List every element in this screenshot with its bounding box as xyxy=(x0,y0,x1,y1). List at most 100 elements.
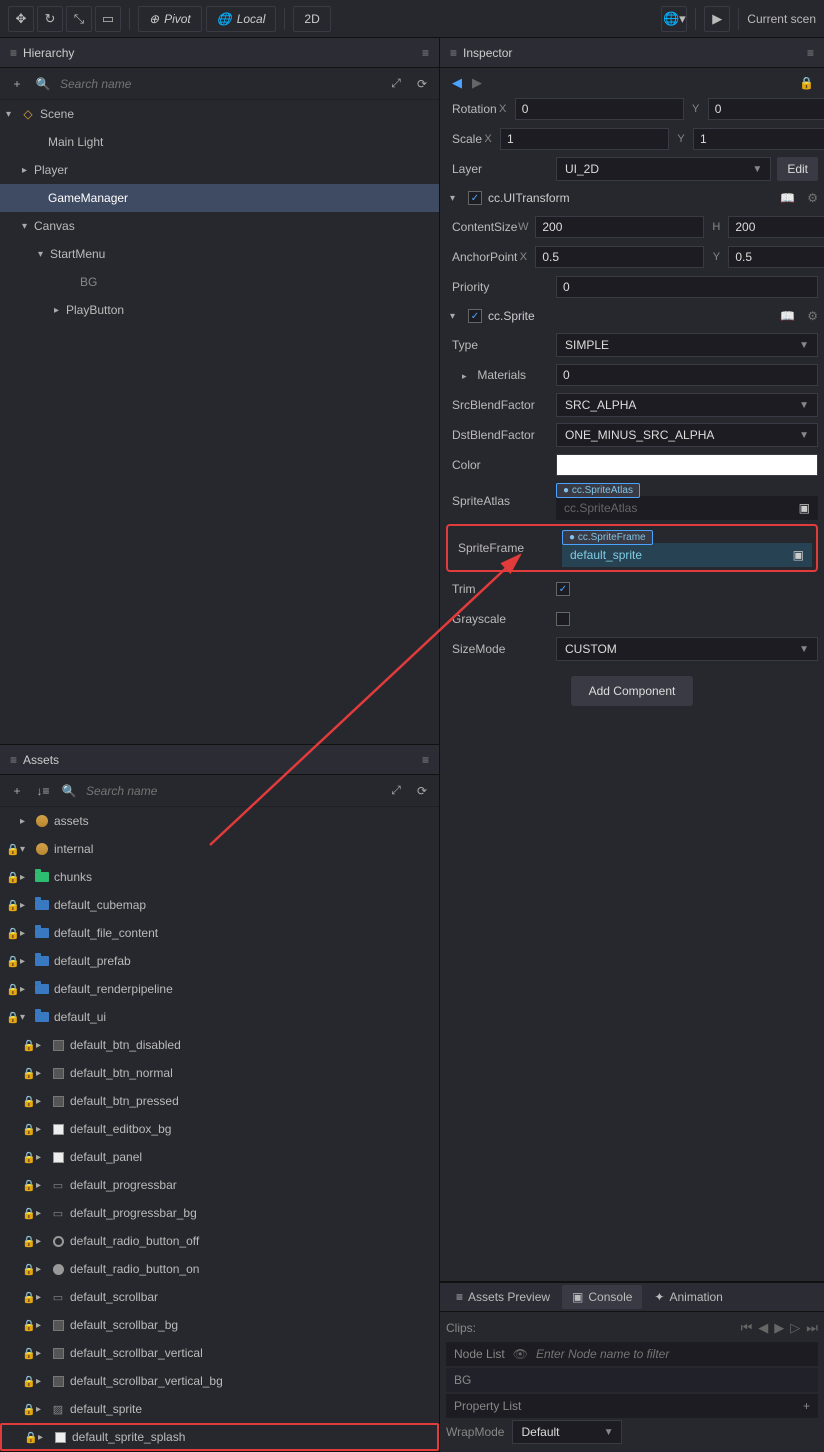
tree-node-game-manager[interactable]: ▸GameManager xyxy=(0,184,439,212)
panel-menu-button[interactable]: ≡ xyxy=(807,46,814,60)
tab-animation[interactable]: ✦Animation xyxy=(644,1285,732,1309)
search-button[interactable]: 🔍 xyxy=(60,784,78,798)
next-frame-icon[interactable]: ▷ xyxy=(790,1320,800,1336)
asset-progressbar-bg[interactable]: 🔒▸▭default_progressbar_bg xyxy=(0,1199,439,1227)
lock-icon[interactable]: 🔒 xyxy=(799,76,814,90)
sprite-atlas-field[interactable]: cc.SpriteAtlas▣ xyxy=(556,496,818,520)
asset-default-sprite[interactable]: 🔒▸▨default_sprite xyxy=(0,1395,439,1423)
rotate-tool-button[interactable]: ↻ xyxy=(37,6,63,32)
eye-icon[interactable]: 👁 xyxy=(513,1347,528,1361)
globe-dropdown-button[interactable]: 🌐▾ xyxy=(661,6,687,32)
asset-panel[interactable]: 🔒▸default_panel xyxy=(0,1143,439,1171)
assets-search-input[interactable] xyxy=(86,784,379,798)
layer-dropdown[interactable]: UI_2D▼ xyxy=(556,157,771,181)
asset-folder-default-ui[interactable]: 🔒▾default_ui xyxy=(0,1003,439,1031)
asset-scrollbar-vertical[interactable]: 🔒▸default_scrollbar_vertical xyxy=(0,1339,439,1367)
play-button[interactable]: ▶ xyxy=(704,6,730,32)
asset-radio-on[interactable]: 🔒▸default_radio_button_on xyxy=(0,1255,439,1283)
tree-node-start-menu[interactable]: ▾StartMenu xyxy=(0,240,439,268)
asset-folder-file-content[interactable]: 🔒▸default_file_content xyxy=(0,919,439,947)
refresh-button[interactable]: ⟳ xyxy=(413,77,431,91)
asset-default-sprite-splash[interactable]: 🔒▸default_sprite_splash xyxy=(0,1423,439,1451)
src-blend-dropdown[interactable]: SRC_ALPHA▼ xyxy=(556,393,818,417)
move-tool-button[interactable]: ✥ xyxy=(8,6,34,32)
timeline-bg-row[interactable]: BG xyxy=(446,1368,818,1392)
rect-tool-button[interactable]: ▭ xyxy=(95,6,121,32)
add-component-button[interactable]: Add Component xyxy=(571,676,694,706)
edit-layer-button[interactable]: Edit xyxy=(777,157,818,181)
search-button[interactable]: 🔍 xyxy=(34,77,52,91)
color-swatch[interactable] xyxy=(556,454,818,476)
priority-input[interactable] xyxy=(556,276,818,298)
materials-count-input[interactable] xyxy=(556,364,818,386)
refresh-button[interactable]: ⟳ xyxy=(413,784,431,798)
uitransform-enabled-checkbox[interactable]: ✓ xyxy=(468,191,482,205)
asset-folder-cubemap[interactable]: 🔒▸default_cubemap xyxy=(0,891,439,919)
tree-node-canvas[interactable]: ▾Canvas xyxy=(0,212,439,240)
asset-radio-off[interactable]: 🔒▸default_radio_button_off xyxy=(0,1227,439,1255)
node-filter-input[interactable] xyxy=(536,1347,810,1361)
anchor-y-input[interactable] xyxy=(728,246,824,268)
type-dropdown[interactable]: SIMPLE▼ xyxy=(556,333,818,357)
rotation-y-input[interactable] xyxy=(708,98,824,120)
asset-scrollbar-bg[interactable]: 🔒▸default_scrollbar_bg xyxy=(0,1311,439,1339)
trim-checkbox[interactable]: ✓ xyxy=(556,582,570,596)
scale-x-input[interactable] xyxy=(500,128,669,150)
asset-scrollbar-vertical-bg[interactable]: 🔒▸default_scrollbar_vertical_bg xyxy=(0,1367,439,1395)
play-icon[interactable]: ▶ xyxy=(774,1320,784,1336)
pick-icon[interactable]: ▣ xyxy=(793,548,804,562)
rotation-x-input[interactable] xyxy=(515,98,684,120)
asset-btn-disabled[interactable]: 🔒▸default_btn_disabled xyxy=(0,1031,439,1059)
scale-tool-button[interactable]: ⤡ xyxy=(66,6,92,32)
uitransform-header[interactable]: ▾ ✓ cc.UITransform 📖 ⚙ xyxy=(446,184,818,212)
hierarchy-search-input[interactable] xyxy=(60,77,379,91)
anchor-x-input[interactable] xyxy=(535,246,704,268)
asset-folder-prefab[interactable]: 🔒▸default_prefab xyxy=(0,947,439,975)
expand-button[interactable]: ⤢ xyxy=(387,76,405,91)
add-asset-button[interactable]: + xyxy=(8,784,26,798)
size-mode-dropdown[interactable]: CUSTOM▼ xyxy=(556,637,818,661)
pick-icon[interactable]: ▣ xyxy=(799,501,810,515)
expand-button[interactable]: ⤢ xyxy=(387,783,405,798)
tree-node-main-light[interactable]: ▸Main Light xyxy=(0,128,439,156)
panel-menu-button[interactable]: ≡ xyxy=(422,753,429,767)
skip-start-icon[interactable]: ⏮ xyxy=(741,1320,753,1336)
tab-assets-preview[interactable]: ≡Assets Preview xyxy=(446,1285,560,1309)
help-icon[interactable]: 📖 xyxy=(780,309,795,323)
gear-icon[interactable]: ⚙ xyxy=(807,191,818,205)
nav-forward-button[interactable]: ▶ xyxy=(470,75,484,91)
tree-node-player[interactable]: ▸Player xyxy=(0,156,439,184)
asset-editbox-bg[interactable]: 🔒▸default_editbox_bg xyxy=(0,1115,439,1143)
add-node-button[interactable]: + xyxy=(8,77,26,91)
asset-btn-normal[interactable]: 🔒▸default_btn_normal xyxy=(0,1059,439,1087)
asset-folder-renderpipeline[interactable]: 🔒▸default_renderpipeline xyxy=(0,975,439,1003)
asset-root-internal[interactable]: 🔒▾internal xyxy=(0,835,439,863)
tree-node-play-button[interactable]: ▸PlayButton xyxy=(0,296,439,324)
panel-menu-button[interactable]: ≡ xyxy=(422,46,429,60)
add-property-button[interactable]: + xyxy=(803,1399,810,1413)
tree-node-scene[interactable]: ▾◇Scene xyxy=(0,100,439,128)
2d-toggle-button[interactable]: 2D xyxy=(293,6,330,32)
prev-frame-icon[interactable]: ◀ xyxy=(758,1320,768,1336)
tab-console[interactable]: ▣Console xyxy=(562,1285,642,1309)
content-h-input[interactable] xyxy=(728,216,824,238)
wrapmode-dropdown[interactable]: Default▼ xyxy=(512,1420,622,1444)
dst-blend-dropdown[interactable]: ONE_MINUS_SRC_ALPHA▼ xyxy=(556,423,818,447)
help-icon[interactable]: 📖 xyxy=(780,191,795,205)
content-w-input[interactable] xyxy=(535,216,704,238)
asset-folder-chunks[interactable]: 🔒▸chunks xyxy=(0,863,439,891)
scale-y-input[interactable] xyxy=(693,128,824,150)
asset-progressbar[interactable]: 🔒▸▭default_progressbar xyxy=(0,1171,439,1199)
local-toggle-button[interactable]: 🌐Local xyxy=(206,6,277,32)
sprite-header[interactable]: ▾ ✓ cc.Sprite 📖 ⚙ xyxy=(446,302,818,330)
pivot-toggle-button[interactable]: ⊕Pivot xyxy=(138,6,202,32)
sprite-enabled-checkbox[interactable]: ✓ xyxy=(468,309,482,323)
nav-back-button[interactable]: ◀ xyxy=(450,75,464,91)
sprite-frame-field[interactable]: default_sprite▣ xyxy=(562,543,812,567)
asset-root-assets[interactable]: ▸assets xyxy=(0,807,439,835)
grayscale-checkbox[interactable] xyxy=(556,612,570,626)
asset-btn-pressed[interactable]: 🔒▸default_btn_pressed xyxy=(0,1087,439,1115)
gear-icon[interactable]: ⚙ xyxy=(807,309,818,323)
asset-scrollbar[interactable]: 🔒▸▭default_scrollbar xyxy=(0,1283,439,1311)
tree-node-bg[interactable]: ▸BG xyxy=(0,268,439,296)
